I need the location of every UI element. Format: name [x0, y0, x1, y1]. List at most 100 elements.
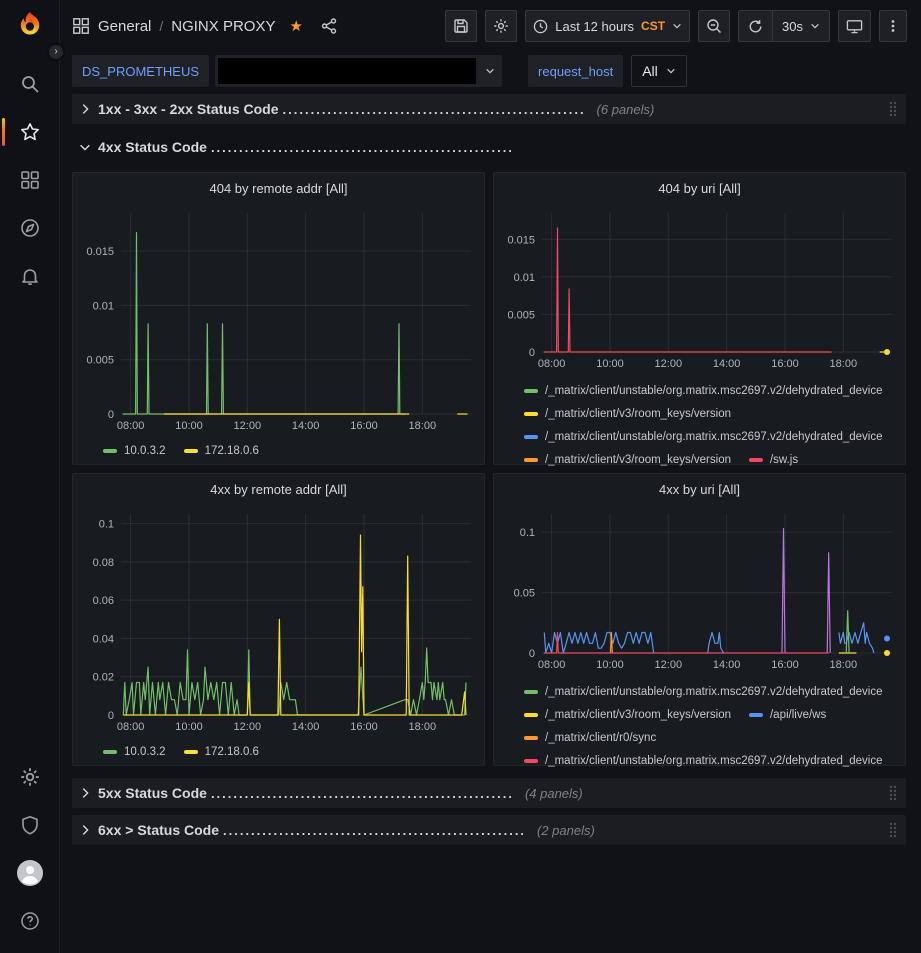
time-series-chart[interactable]: 00.0050.010.01508:0010:0012:0014:0016:00… [77, 201, 480, 434]
sidebar-item-configuration[interactable] [0, 753, 59, 801]
chevron-down-icon [810, 21, 820, 31]
time-series-chart[interactable]: 00.020.040.060.080.108:0010:0012:0014:00… [77, 502, 480, 735]
row-drag-handle[interactable] [888, 821, 898, 839]
legend-item[interactable]: /_matrix/client/v3/room_keys/version [524, 703, 731, 726]
legend-item[interactable]: /sw.js [749, 448, 798, 469]
panel-title[interactable]: 4xx by uri [All] [494, 478, 905, 502]
refresh-button[interactable] [739, 11, 772, 41]
row-title-leader: ........................................… [283, 102, 583, 117]
legend-label: /_matrix/client/v3/room_keys/version [545, 454, 731, 466]
legend-label: /sw.js [770, 454, 798, 466]
panel-title[interactable]: 404 by remote addr [All] [73, 177, 484, 201]
row-title: 4xx Status Code [98, 139, 207, 155]
refresh-interval-dropdown[interactable]: 30s [773, 11, 829, 41]
sidebar-item-profile[interactable] [0, 849, 59, 897]
legend-label: /_matrix/client/unstable/org.matrix.msc2… [545, 686, 883, 698]
apps-icon [20, 170, 40, 190]
sidebar-item-search[interactable] [0, 60, 59, 108]
request-host-select[interactable]: All [631, 55, 687, 87]
breadcrumb-section[interactable]: General [98, 18, 151, 35]
sidebar-item-alerting[interactable] [0, 252, 59, 300]
share-icon [321, 18, 337, 34]
dashboard-row-1xx-3xx-2xx[interactable]: 1xx - 3xx - 2xx Status Code ............… [72, 94, 906, 124]
sidebar-item-server-admin[interactable] [0, 801, 59, 849]
dashboard-row-6xx[interactable]: 6xx > Status Code ......................… [72, 815, 906, 845]
dashboard-row-5xx[interactable]: 5xx Status Code ........................… [72, 778, 906, 808]
legend-label: 172.18.0.6 [205, 445, 259, 457]
svg-text:0.005: 0.005 [507, 309, 535, 321]
sidebar-expand-button[interactable]: › [47, 43, 65, 61]
row-drag-handle[interactable] [888, 784, 898, 802]
grafana-app: › General / NGINX PROXY ★ [0, 0, 921, 953]
time-series-chart[interactable]: 00.050.108:0010:0012:0014:0016:0018:00 [498, 502, 901, 673]
variable-label-ds-prometheus[interactable]: DS_PROMETHEUS [72, 55, 209, 87]
panel-title[interactable]: 404 by uri [All] [494, 177, 905, 201]
svg-text:16:00: 16:00 [771, 358, 799, 370]
svg-text:0: 0 [108, 710, 114, 722]
svg-text:0.04: 0.04 [93, 633, 114, 645]
row-drag-handle[interactable] [888, 100, 898, 118]
panel-chart-area[interactable]: 00.020.040.060.080.108:0010:0012:0014:00… [77, 502, 480, 740]
legend-item[interactable]: /_matrix/client/unstable/org.matrix.msc2… [524, 425, 883, 448]
svg-text:10:00: 10:00 [596, 659, 624, 671]
sidebar-item-dashboards[interactable] [0, 156, 59, 204]
legend-color-swatch [184, 750, 198, 754]
request-host-value: All [642, 63, 658, 79]
dashboard-row-4xx[interactable]: 4xx Status Code ........................… [72, 132, 906, 162]
svg-text:10:00: 10:00 [175, 420, 203, 432]
panel-chart-area[interactable]: 00.0050.010.01508:0010:0012:0014:0016:00… [77, 201, 480, 439]
svg-text:0.01: 0.01 [93, 300, 114, 312]
svg-text:0.1: 0.1 [520, 527, 535, 539]
sidebar-item-help[interactable] [0, 897, 59, 945]
variables-bar: DS_PROMETHEUS request_host All [60, 52, 921, 90]
panel-legend: 10.0.3.2 172.18.0.6 [73, 740, 484, 770]
more-options-button[interactable] [879, 10, 907, 42]
legend-color-swatch [184, 449, 198, 453]
time-series-chart[interactable]: 00.0050.010.01508:0010:0012:0014:0016:00… [498, 201, 901, 372]
variable-label-request-host[interactable]: request_host [528, 55, 623, 87]
legend-item[interactable]: /_matrix/client/unstable/org.matrix.msc2… [524, 680, 883, 703]
zoom-out-time-button[interactable] [698, 10, 730, 42]
breadcrumb-dashboard-title[interactable]: NGINX PROXY [171, 18, 275, 35]
panel-grid: 404 by remote addr [All] 00.0050.010.015… [72, 172, 906, 766]
favorite-star-icon[interactable]: ★ [289, 17, 302, 35]
legend-item[interactable]: /_matrix/client/v3/room_keys/version [524, 448, 731, 469]
datasource-value-redacted [218, 58, 476, 84]
legend-item[interactable]: /_matrix/client/v3/room_keys/version [524, 402, 731, 425]
time-range-picker[interactable]: Last 12 hours CST [525, 10, 690, 42]
legend-item[interactable]: 172.18.0.6 [184, 440, 259, 463]
legend-item[interactable]: /_matrix/client/r0/sync [524, 726, 656, 749]
sidebar-item-starred[interactable] [0, 108, 59, 156]
legend-item[interactable]: 10.0.3.2 [103, 440, 166, 463]
save-icon [453, 18, 469, 34]
share-button[interactable] [321, 18, 337, 34]
svg-text:10:00: 10:00 [175, 721, 203, 733]
svg-text:0: 0 [529, 648, 535, 660]
top-navbar: General / NGINX PROXY ★ Last 12 hours [60, 0, 921, 52]
drag-dots-icon [888, 100, 898, 118]
legend-color-swatch [524, 412, 538, 416]
grafana-logo[interactable] [14, 10, 46, 42]
svg-text:0.015: 0.015 [507, 234, 535, 246]
legend-item[interactable]: /_matrix/client/unstable/org.matrix.msc2… [524, 749, 883, 770]
panel-chart-area[interactable]: 00.0050.010.01508:0010:0012:0014:0016:00… [498, 201, 901, 377]
legend-item[interactable]: 10.0.3.2 [103, 741, 166, 764]
legend-label: /_matrix/client/unstable/org.matrix.msc2… [545, 755, 883, 767]
legend-label: 10.0.3.2 [124, 445, 166, 457]
panel-legend: /_matrix/client/unstable/org.matrix.msc2… [494, 377, 905, 469]
legend-item[interactable]: /api/live/ws [749, 703, 826, 726]
panel-title[interactable]: 4xx by remote addr [All] [73, 478, 484, 502]
datasource-select[interactable] [215, 55, 502, 87]
save-dashboard-button[interactable] [445, 10, 477, 42]
svg-text:0.06: 0.06 [93, 595, 114, 607]
sidebar-item-explore[interactable] [0, 204, 59, 252]
panel-chart-area[interactable]: 00.050.108:0010:0012:0014:0016:0018:00 [498, 502, 901, 678]
dashboard-settings-button[interactable] [485, 10, 517, 42]
row-title-leader: ........................................… [211, 786, 511, 801]
sidebar [0, 0, 60, 953]
legend-item[interactable]: /_matrix/client/unstable/org.matrix.msc2… [524, 379, 883, 402]
legend-color-swatch [103, 750, 117, 754]
svg-text:16:00: 16:00 [350, 420, 378, 432]
cycle-view-mode-button[interactable] [838, 10, 871, 42]
legend-item[interactable]: 172.18.0.6 [184, 741, 259, 764]
